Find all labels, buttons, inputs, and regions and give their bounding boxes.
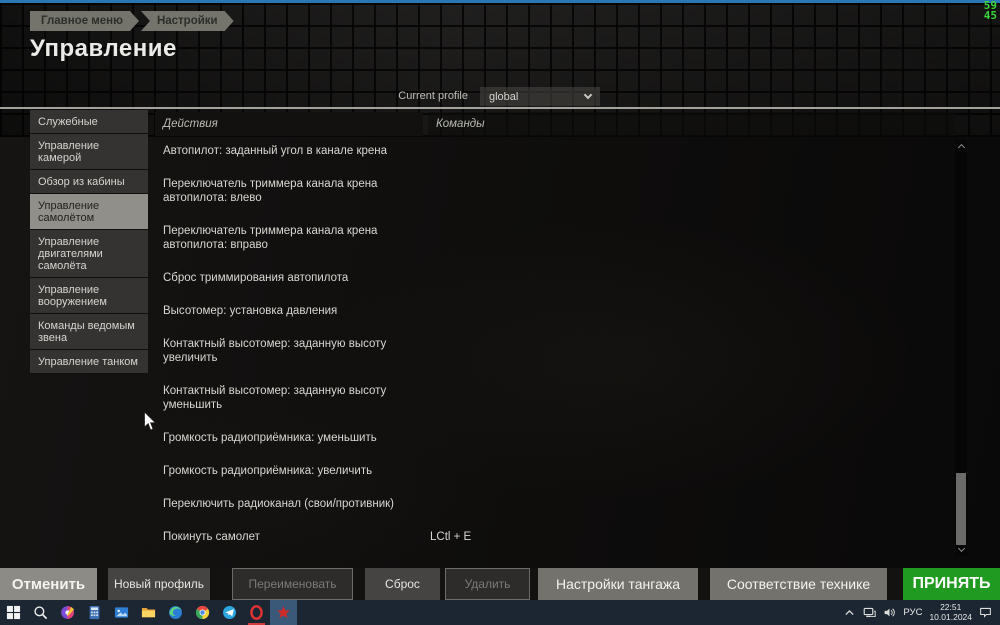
action-cell: Переключатель триммера канала крена авто… [163, 225, 378, 251]
table-row[interactable]: Высотомер: установка давления [155, 304, 950, 318]
action-cell: Громкость радиоприёмника: увеличить [163, 465, 373, 477]
chevron-up-icon [957, 143, 965, 152]
pitch-settings-button[interactable]: Настройки тангажа [538, 568, 698, 600]
volume-icon[interactable] [883, 606, 896, 619]
footer-button-bar: Отменить Новый профиль Переименовать Сброс У… [0, 568, 1000, 600]
table-row[interactable]: Переключатель триммера канала крена авто… [155, 177, 950, 205]
edge-icon[interactable] [162, 600, 189, 625]
chevron-down-icon [583, 90, 593, 100]
action-cell: Переключить радиоканал (свои/противник) [163, 498, 394, 510]
action-cell: Высотомер: установка давления [163, 305, 338, 317]
command-cell: LCtl + E [430, 531, 472, 543]
action-cell: Автопилот: заданный угол в канале крена [163, 145, 388, 157]
sidebar-item-1[interactable]: Управление камерой [30, 134, 148, 170]
vehicle-match-button[interactable]: Соответствие технике [710, 568, 887, 600]
new-profile-button[interactable]: Новый профиль [108, 568, 210, 600]
table-row[interactable]: Переключатель триммера канала крена авто… [155, 224, 950, 252]
profile-dropdown-value: global [489, 90, 519, 103]
windows-start-icon[interactable] [0, 600, 27, 625]
breadcrumb: Главное меню Настройки [30, 11, 234, 31]
network-icon[interactable] [863, 606, 877, 619]
table-row[interactable]: Контактный высотомер: заданную высоту ум… [155, 384, 950, 412]
chevron-down-icon [957, 544, 965, 553]
table-row[interactable]: Громкость радиоприёмника: уменьшить [155, 431, 950, 445]
taskbar: РУС 22:51 10.01.2024 [0, 600, 1000, 625]
sidebar-item-3[interactable]: Управление самолётом [30, 194, 148, 230]
breadcrumb-settings[interactable]: Настройки [141, 11, 234, 31]
paint-icon[interactable] [54, 600, 81, 625]
sidebar-item-5[interactable]: Управление вооружением [30, 278, 148, 314]
tray-date: 10.01.2024 [929, 611, 972, 622]
column-header-commands: Команды [428, 112, 955, 136]
telegram-icon[interactable] [216, 600, 243, 625]
table-row[interactable]: Контактный высотомер: заданную высоту ув… [155, 337, 950, 365]
action-cell: Сброс триммирования автопилота [163, 272, 349, 284]
tray-clock[interactable]: 22:51 10.01.2024 [929, 602, 972, 622]
tray-expand-chevron-up-icon[interactable] [843, 606, 856, 619]
breadcrumb-main-menu[interactable]: Главное меню [30, 11, 139, 31]
chrome-icon[interactable] [189, 600, 216, 625]
rename-button: Переименовать [232, 568, 353, 600]
table-row[interactable]: Громкость радиоприёмника: увеличить [155, 464, 950, 478]
sidebar: Служебные Управление камерой Обзор из каби… [30, 110, 148, 374]
table-row[interactable]: Автопилот: заданный угол в канале крена [155, 144, 950, 158]
sidebar-item-6[interactable]: Команды ведомым звена [30, 314, 148, 350]
fps-counter: 59 45 [983, 0, 997, 22]
page-title: Управление [30, 35, 177, 62]
fps-value-2: 45 [983, 9, 997, 22]
search-icon[interactable] [27, 600, 54, 625]
profile-dropdown[interactable]: global [480, 87, 600, 106]
game-window: 59 45 Главное меню Настройки Управление … [0, 0, 1000, 625]
taskbar-icons [0, 600, 297, 625]
calculator-icon[interactable] [81, 600, 108, 625]
cancel-button[interactable]: Отменить [0, 568, 97, 600]
war-thunder-icon[interactable] [270, 600, 297, 625]
current-profile-label: Current profile [398, 90, 468, 102]
file-explorer-icon[interactable] [135, 600, 162, 625]
action-cell: Контактный высотомер: заданную высоту ув… [163, 338, 387, 364]
sidebar-item-0[interactable]: Служебные [30, 110, 148, 134]
scroll-down-button[interactable] [955, 544, 967, 556]
action-cell: Переключатель триммера канала крена авто… [163, 178, 378, 204]
notification-center-icon[interactable] [979, 606, 992, 619]
table-row[interactable]: Сброс триммирования автопилота [155, 271, 950, 285]
tray-language[interactable]: РУС [903, 607, 922, 618]
bindings-list: Автопилот: заданный угол в канале крена П… [155, 136, 950, 563]
sidebar-item-4[interactable]: Управление двигателями самолёта [30, 230, 148, 278]
opera-icon[interactable] [243, 600, 270, 625]
sidebar-item-2[interactable]: Обзор из кабины [30, 170, 148, 194]
system-tray: РУС 22:51 10.01.2024 [843, 600, 1000, 625]
table-row[interactable]: Покинуть самолет LCtl + E [155, 530, 950, 544]
photos-icon[interactable] [108, 600, 135, 625]
column-header-actions: Действия [155, 112, 423, 136]
table-header: Действия Команды [155, 112, 955, 136]
table-row[interactable]: Переключить радиоканал (свои/противник) [155, 497, 950, 511]
scrollbar[interactable] [955, 140, 967, 556]
accept-button[interactable]: ПРИНЯТЬ [903, 568, 1000, 600]
scrollbar-thumb[interactable] [956, 473, 966, 545]
reset-button[interactable]: Сброс [365, 568, 440, 600]
scroll-up-button[interactable] [955, 140, 967, 152]
action-cell: Контактный высотомер: заданную высоту ум… [163, 385, 387, 411]
action-cell: Громкость радиоприёмника: уменьшить [163, 432, 377, 444]
action-cell: Покинуть самолет [163, 531, 260, 543]
header-divider [0, 107, 1000, 109]
delete-button: Удалить [445, 568, 530, 600]
sidebar-item-7[interactable]: Управление танком [30, 350, 148, 374]
